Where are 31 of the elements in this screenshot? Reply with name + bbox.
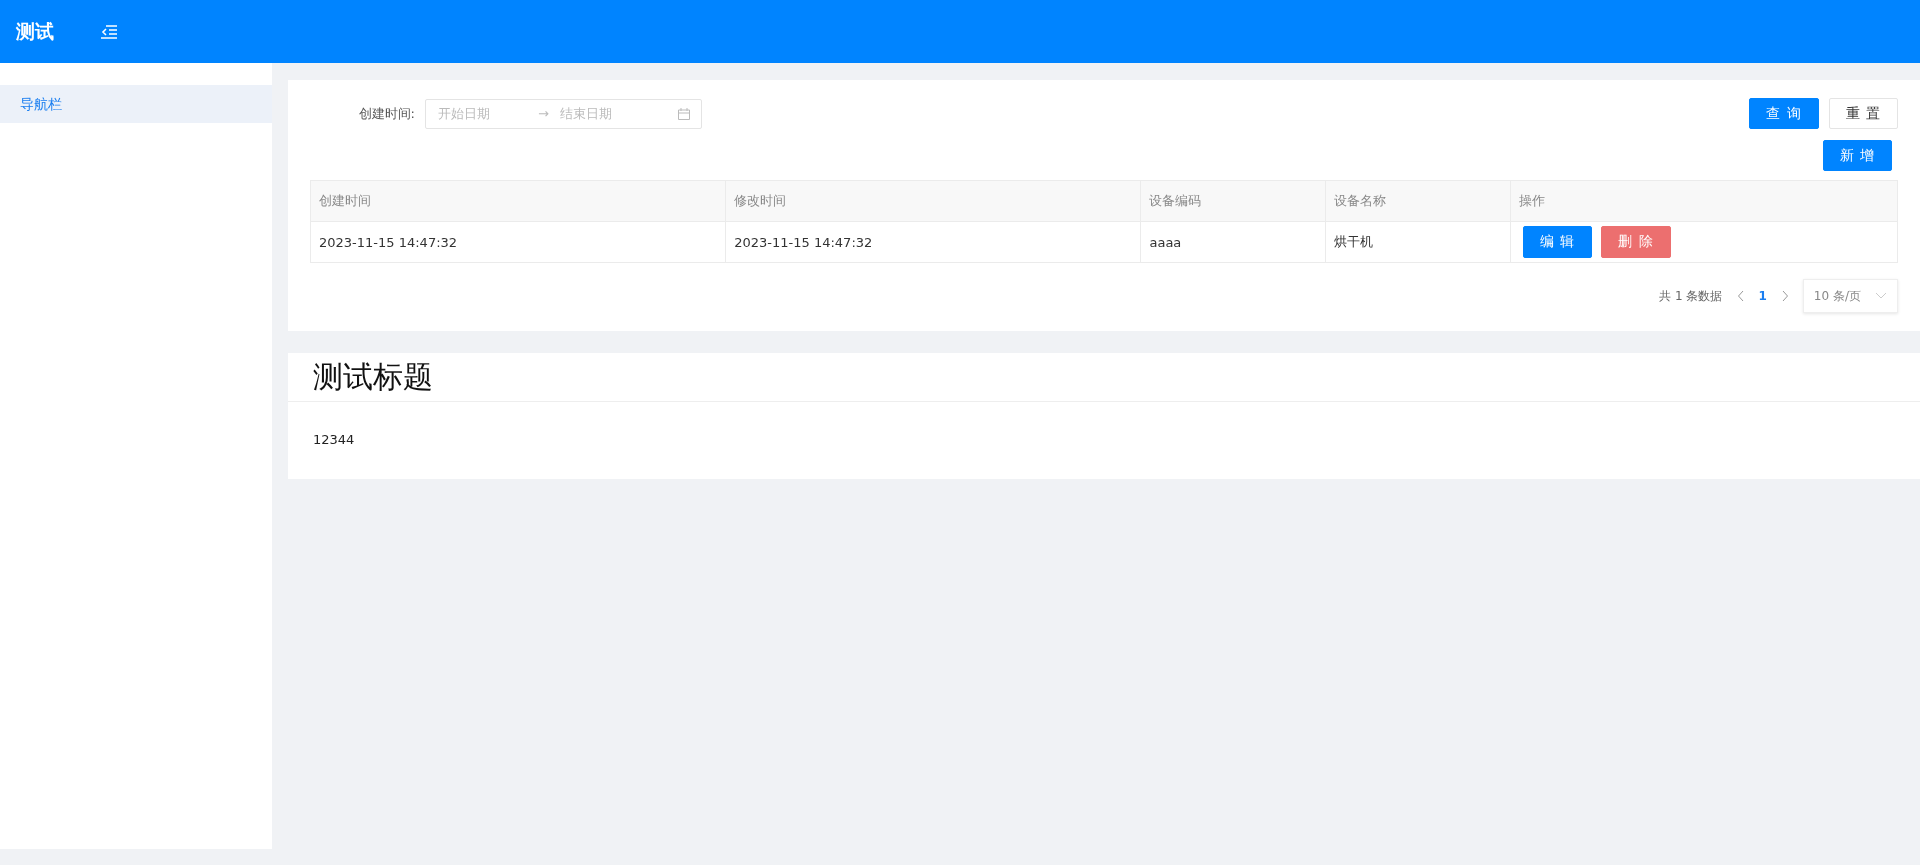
filter-button[interactable]: 重 置 bbox=[1828, 98, 1898, 129]
column-header: 创建时间 bbox=[310, 180, 726, 222]
chevron-down-icon bbox=[1875, 292, 1887, 300]
app-title: 测试 bbox=[16, 18, 55, 44]
table-cell: 2023-11-15 14:47:32 bbox=[725, 221, 1141, 263]
date-range-field[interactable]: 开始日期 → 结束日期 bbox=[425, 98, 702, 129]
filter-button[interactable]: 查 询 bbox=[1749, 98, 1819, 129]
section-text: 12344 bbox=[312, 431, 356, 449]
page-size-select[interactable]: 10 条/页 bbox=[1802, 279, 1898, 313]
range-separator: → bbox=[538, 106, 550, 121]
total-count: 共 1 条数据 bbox=[1659, 287, 1723, 305]
table-cell: 烘干机 bbox=[1325, 221, 1511, 263]
next-page-icon[interactable] bbox=[1780, 290, 1789, 302]
page-number[interactable]: 1 bbox=[1758, 289, 1767, 303]
filter-label: 创建时间: bbox=[357, 104, 415, 123]
menu-collapse-icon[interactable] bbox=[100, 23, 118, 40]
section-title: 测试标题 bbox=[288, 353, 1920, 402]
column-header: 操作 bbox=[1510, 180, 1898, 222]
column-header: 设备编码 bbox=[1140, 180, 1326, 222]
table-cell: aaaa bbox=[1140, 221, 1326, 263]
row-action-button[interactable]: 编 辑 bbox=[1523, 226, 1593, 258]
add-button[interactable]: 新 增 bbox=[1822, 140, 1892, 171]
start-date-placeholder: 开始日期 bbox=[438, 104, 491, 123]
end-date-placeholder: 结束日期 bbox=[560, 104, 613, 123]
table-cell: 2023-11-15 14:47:32 bbox=[310, 221, 726, 263]
sidebar-item[interactable]: 导航栏 bbox=[0, 85, 272, 123]
calendar-icon bbox=[677, 106, 691, 121]
column-header: 修改时间 bbox=[725, 180, 1141, 222]
previous-page-icon[interactable] bbox=[1736, 290, 1745, 302]
column-header: 设备名称 bbox=[1325, 180, 1511, 222]
row-action-button[interactable]: 删 除 bbox=[1601, 226, 1671, 258]
